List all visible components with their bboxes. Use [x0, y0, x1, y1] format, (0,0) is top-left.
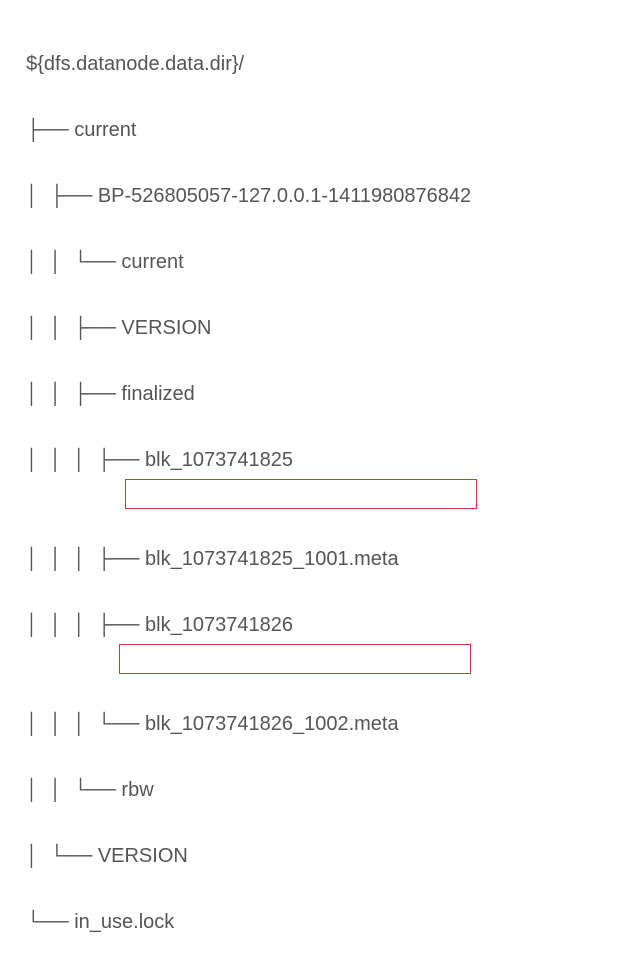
tree-prefix: │ │ │ ├──	[26, 548, 145, 570]
tree-label: BP-526805057-127.0.0.1-1411980876842	[98, 185, 471, 207]
tree-label: blk_1073741826_1002.meta	[145, 713, 399, 735]
tree-label: VERSION	[121, 317, 211, 339]
tree-line: │ ├── BP-526805057-127.0.0.1-14119808768…	[15, 147, 624, 213]
tree-prefix: │ │ │ ├──	[26, 614, 145, 636]
tree-prefix: │ ├──	[26, 185, 98, 207]
tree-label: rbw	[121, 779, 153, 801]
tree-prefix: │ │ └──	[26, 251, 121, 273]
tree-line: ├── current	[15, 81, 624, 147]
highlight-box	[119, 644, 471, 674]
tree-root: ${dfs.datanode.data.dir}/	[15, 15, 624, 81]
tree-prefix: │ │ ├──	[26, 383, 121, 405]
tree-line: │ │ └── current	[15, 213, 624, 279]
tree-line: │ │ ├── VERSION	[15, 279, 624, 345]
tree-prefix: │ │ ├──	[26, 317, 121, 339]
tree-label: blk_1073741826	[145, 614, 293, 636]
highlight-box	[125, 479, 477, 509]
tree-label: current	[74, 119, 136, 141]
tree-label: current	[121, 251, 183, 273]
tree-line: │ │ └── rbw	[15, 741, 624, 807]
tree-line: └── in_use.lock	[15, 873, 624, 939]
tree-line: │ │ │ ├── blk_1073741825	[15, 411, 624, 477]
tree-prefix: │ │ └──	[26, 779, 121, 801]
tree-line: │ │ ├── finalized	[15, 345, 624, 411]
tree-prefix: ├──	[26, 119, 74, 141]
tree-label: blk_1073741825	[145, 449, 293, 471]
tree-prefix: │ │ │ └──	[26, 713, 145, 735]
tree-prefix: │ └──	[26, 845, 98, 867]
tree-line: │ │ │ ├── blk_1073741826	[15, 576, 624, 642]
tree-prefix: │ │ │ ├──	[26, 449, 145, 471]
tree-label: VERSION	[98, 845, 188, 867]
tree-prefix: └──	[26, 911, 74, 933]
tree-root-label: ${dfs.datanode.data.dir}/	[26, 53, 244, 75]
tree-label: finalized	[121, 383, 194, 405]
tree-line: │ │ │ └── blk_1073741826_1002.meta	[15, 642, 624, 741]
tree-label: in_use.lock	[74, 911, 174, 933]
tree-label: blk_1073741825_1001.meta	[145, 548, 399, 570]
tree-line: │ └── VERSION	[15, 807, 624, 873]
